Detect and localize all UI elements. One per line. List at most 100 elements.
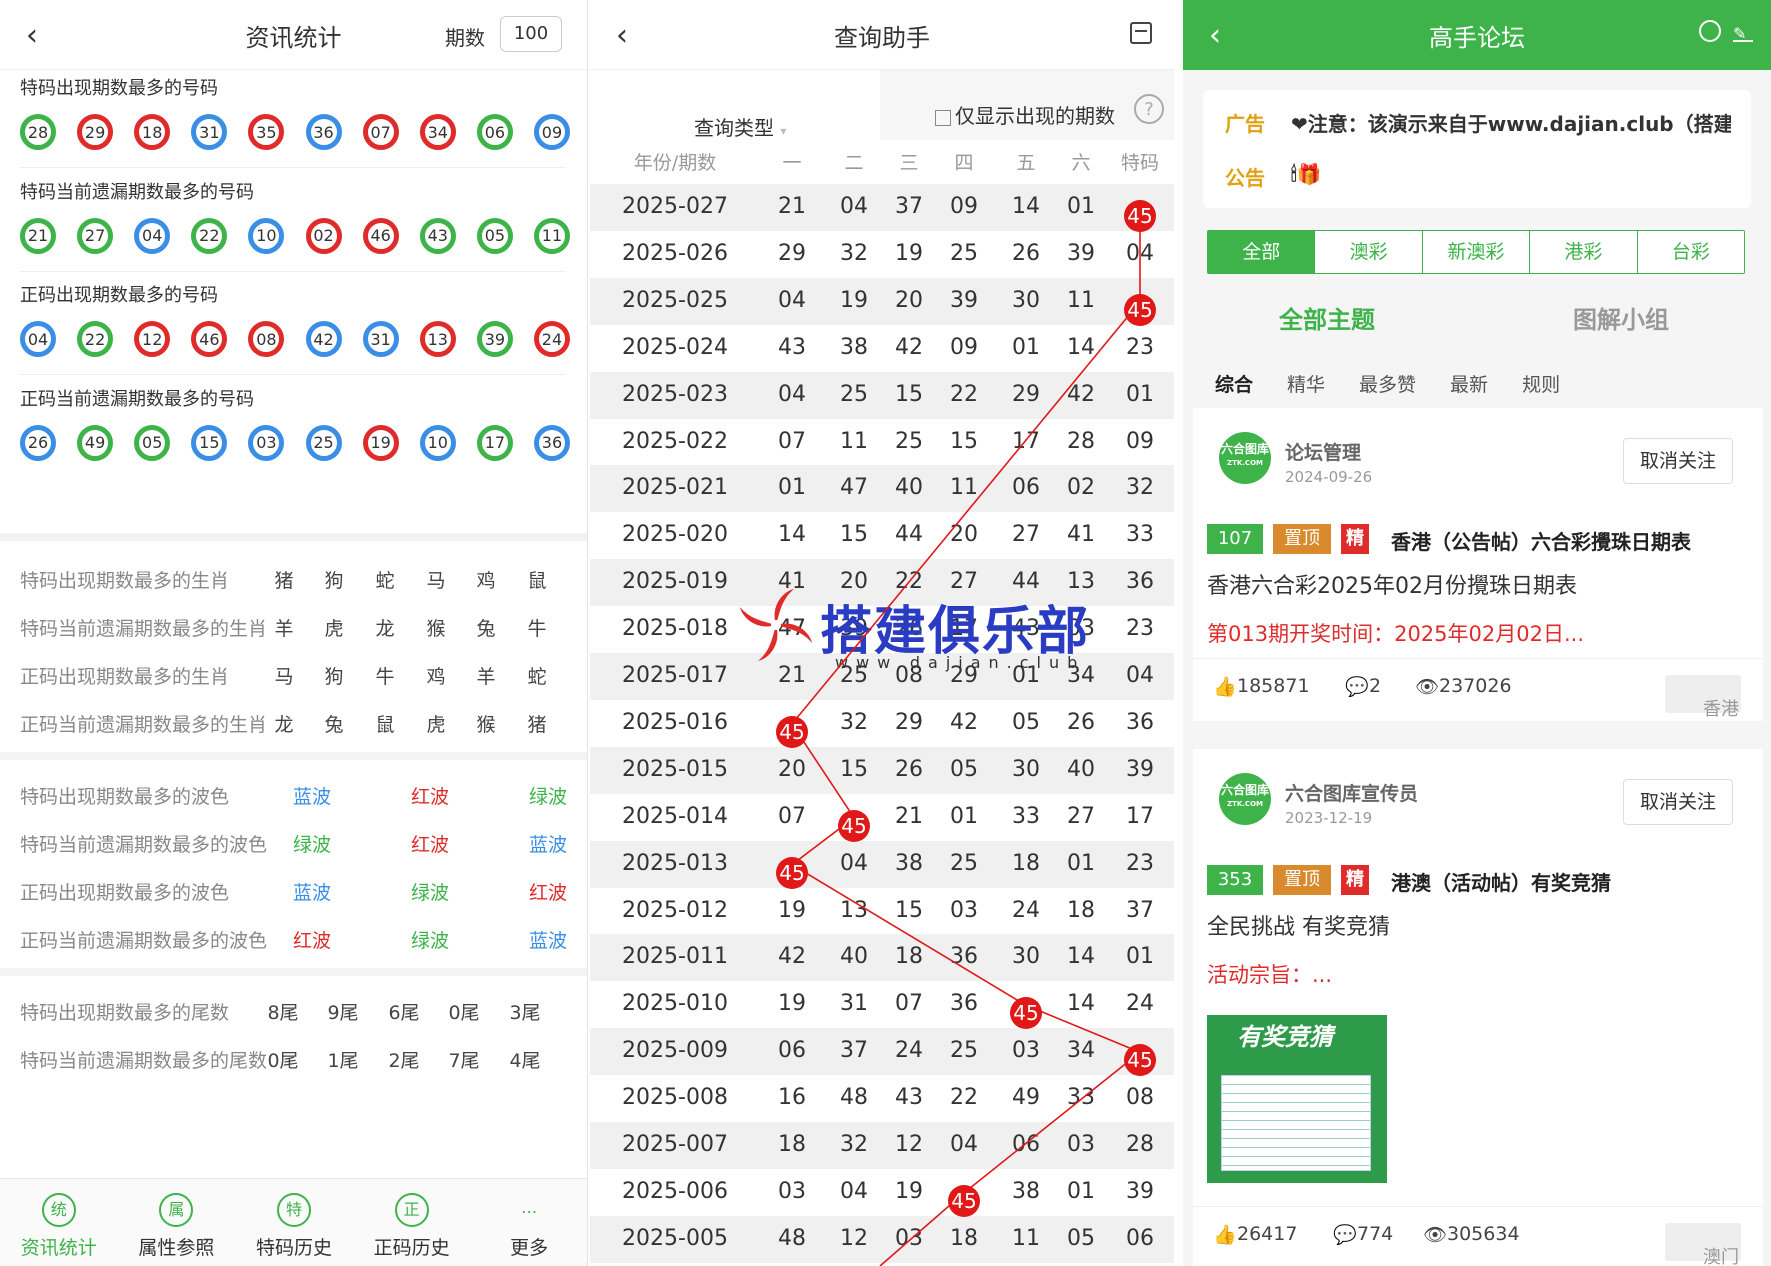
like-icon[interactable]: 👍 <box>1213 1223 1237 1246</box>
tab-illustrated-group[interactable]: 图解小组 <box>1573 300 1669 335</box>
avatar-text: 六合图库 <box>1220 442 1269 456</box>
column-header: 四 <box>954 152 974 174</box>
number-ball: 22 <box>77 321 114 357</box>
avatar-subtext: ZTK.COM <box>1227 800 1263 808</box>
page-title: 高手论坛 <box>1429 24 1525 52</box>
calendar-icon[interactable] <box>1130 22 1152 44</box>
table-row[interactable]: 2025-011 42 40 18 36 30 14 01 <box>590 934 1174 982</box>
table-row[interactable]: 2025-008 16 48 43 22 49 33 08 <box>590 1075 1174 1122</box>
post-card[interactable]: 六合图库 ZTK.COM 六合图库宣传员 2023-12-19 取消关注 353 置顶精港澳… <box>1193 749 1763 1266</box>
nav-item[interactable]: 统资讯统计 <box>0 1179 118 1266</box>
table-row[interactable]: 2025-023 04 25 15 22 29 42 01 <box>590 371 1174 419</box>
username[interactable]: 论坛管理 <box>1285 438 1361 465</box>
edit-icon[interactable]: ✎ <box>1733 24 1753 43</box>
number-cell: 26 <box>895 756 923 782</box>
number-ball: 19 <box>362 424 399 461</box>
row-label: 特码出现期数最多的波色 <box>20 786 230 808</box>
zodiac-value: 鸡 <box>426 666 446 688</box>
number-ball: 10 <box>248 217 285 254</box>
table-row[interactable]: 2025-020 14 15 44 20 27 41 33 <box>590 512 1174 559</box>
sub-tab[interactable]: 综合 <box>1215 374 1253 396</box>
table-row[interactable]: 2025-018 47 39 26 17 43 03 23 <box>590 606 1174 653</box>
region-badge[interactable]: 澳门 <box>1665 1223 1741 1266</box>
table-row[interactable]: 2025-013 45 04 38 25 18 01 23 <box>590 840 1174 889</box>
post-title[interactable]: 港澳（活动帖）有奖竞猜 <box>1391 867 1611 896</box>
qishu-input[interactable]: 100 <box>500 16 562 52</box>
post-thumbnail[interactable]: 有奖竞猜 <box>1207 1015 1387 1183</box>
query-type-select[interactable]: 查询类型 ▾ <box>694 112 786 141</box>
nav-item[interactable]: 特特码历史 <box>235 1179 353 1266</box>
notice-text[interactable]: 🕯🎁 <box>1291 162 1322 186</box>
number-cell: 21 <box>778 663 806 688</box>
show-occurred-checkbox[interactable]: 仅显示出现的期数 <box>935 100 1115 129</box>
row-label: 正码出现期数最多的波色 <box>20 882 230 904</box>
table-row[interactable]: 2025-016 45 32 29 42 05 26 36 <box>590 700 1174 748</box>
zodiac-value: 鼠 <box>375 714 395 736</box>
help-icon[interactable]: ? <box>1134 94 1164 124</box>
number-cell: 03 <box>778 1178 806 1204</box>
table-row[interactable]: 2025-009 06 37 24 25 03 34 45 <box>590 1028 1174 1077</box>
table-row[interactable]: 2025-006 03 04 19 45 38 01 39 <box>590 1169 1174 1217</box>
post-card[interactable]: 六合图库 ZTK.COM 论坛管理 2024-09-26 取消关注 107 置顶精香港（公告… <box>1193 408 1763 721</box>
column-header: 特码 <box>1120 152 1159 174</box>
zodiac-row: 特码出现期数最多的生肖 猪 狗 蛇 马 鸡 鼠 <box>20 558 570 598</box>
region-badge[interactable]: 香港 <box>1665 675 1741 720</box>
wave-value: 蓝波 <box>292 786 331 808</box>
nav-item[interactable]: 正正码历史 <box>353 1179 471 1266</box>
sub-tab[interactable]: 最新 <box>1450 374 1488 396</box>
tab-3[interactable]: 港彩 <box>1529 231 1636 273</box>
table-row[interactable]: 2025-027 21 04 37 09 14 01 45 <box>590 184 1174 232</box>
sub-tab[interactable]: 规则 <box>1522 374 1560 396</box>
table-row[interactable]: 2025-012 19 13 15 03 24 18 37 <box>590 888 1174 935</box>
thumbnail-row <box>1222 1157 1370 1166</box>
tab-4[interactable]: 台彩 <box>1636 231 1744 273</box>
sub-tab[interactable]: 精华 <box>1287 374 1325 396</box>
wave-value: 绿波 <box>410 882 449 904</box>
tab-1[interactable]: 澳彩 <box>1314 231 1421 273</box>
table-row[interactable]: 2025-021 01 47 40 11 06 02 32 <box>590 465 1174 513</box>
number-ball: 27 <box>77 217 114 254</box>
post-date: 2024-09-26 <box>1285 468 1373 486</box>
tab-0[interactable]: 全部 <box>1208 231 1315 273</box>
table-row[interactable]: 2025-005 48 12 03 18 11 05 06 <box>590 1215 1174 1263</box>
comment-icon[interactable]: 💬 <box>1345 675 1369 698</box>
tab-2[interactable]: 新澳彩 <box>1421 231 1529 273</box>
avatar[interactable]: 六合图库 ZTK.COM <box>1219 432 1271 484</box>
forum-panel: ‹ 高手论坛 ✎ 广告 ❤注意：该演示来自于www.dajian.club（搭建… <box>1183 0 1771 1266</box>
ad-text[interactable]: ❤注意：该演示来自于www.dajian.club（搭建 <box>1291 108 1731 137</box>
nav-item[interactable]: … 更多 <box>470 1179 587 1266</box>
number-ball: 04 <box>20 321 56 357</box>
table-row[interactable]: 2025-007 18 32 12 04 06 03 28 <box>590 1122 1174 1169</box>
nav-item[interactable]: 属属性参照 <box>118 1179 236 1266</box>
section-title: 正码出现期数最多的号码 <box>20 285 218 306</box>
avatar[interactable]: 六合图库 ZTK.COM <box>1219 773 1271 825</box>
number-cell: 19 <box>895 1178 923 1204</box>
checkbox-box[interactable] <box>935 109 951 126</box>
table-row[interactable]: 2025-022 07 11 25 15 17 28 09 <box>590 419 1174 466</box>
zodiac-value: 猪 <box>274 570 294 592</box>
unfollow-button[interactable]: 取消关注 <box>1623 438 1733 484</box>
forum-topbar: ‹ 高手论坛 ✎ <box>1183 0 1771 70</box>
table-row[interactable]: 2025-017 21 25 08 29 01 34 04 <box>590 653 1174 700</box>
username[interactable]: 六合图库宣传员 <box>1285 779 1418 806</box>
number-cell: 08 <box>1126 1085 1154 1111</box>
unfollow-button[interactable]: 取消关注 <box>1623 779 1733 825</box>
table-row[interactable]: 2025-015 20 15 26 05 30 40 39 <box>590 746 1174 794</box>
table-row[interactable]: 2025-024 43 38 42 09 01 14 23 <box>590 325 1174 372</box>
table-row[interactable]: 2025-014 07 45 21 01 33 27 17 <box>590 794 1174 842</box>
number-cell: 12 <box>840 1225 868 1251</box>
search-icon[interactable] <box>1699 20 1721 42</box>
post-title[interactable]: 香港（公告帖）六合彩攪珠日期表 <box>1391 526 1691 555</box>
view-icon[interactable]: 👁 <box>1415 675 1439 698</box>
number-ball: 09 <box>533 114 570 150</box>
tab-all-topics[interactable]: 全部主题 <box>1279 300 1375 335</box>
table-row[interactable]: 2025-019 41 20 22 27 44 13 36 <box>590 559 1174 607</box>
comment-icon[interactable]: 💬 <box>1333 1223 1357 1246</box>
number-cell: 38 <box>840 334 868 360</box>
view-icon[interactable]: 👁 <box>1423 1223 1447 1246</box>
sub-tab[interactable]: 最多赞 <box>1359 374 1416 396</box>
table-row[interactable]: 2025-026 29 32 19 25 26 39 04 <box>590 231 1174 278</box>
like-icon[interactable]: 👍 <box>1213 675 1237 698</box>
table-row[interactable]: 2025-025 04 19 20 39 30 11 45 <box>590 277 1174 326</box>
table-row[interactable]: 2025-010 19 31 07 36 45 14 24 <box>590 981 1174 1030</box>
